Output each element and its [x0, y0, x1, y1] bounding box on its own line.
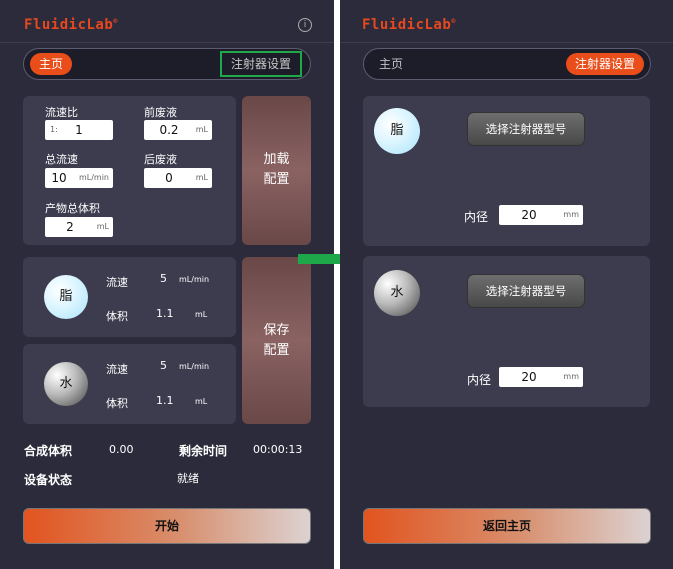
- water-flow-unit: mL/min: [179, 362, 210, 371]
- oil-flow-label: 流速: [106, 276, 128, 289]
- oil-channel-card: 脂 流速 5 mL/min 体积 1.1 mL: [23, 257, 236, 337]
- oil-indicator: 脂: [374, 108, 420, 154]
- water-flow-value: 5: [160, 359, 167, 372]
- post-waste-label: 后废液: [144, 153, 177, 166]
- tab-syringe-settings[interactable]: 注射器设置: [219, 51, 303, 77]
- header-divider: [340, 42, 673, 43]
- oil-volume-label: 体积: [106, 310, 128, 323]
- device-status-value: 就绪: [177, 472, 199, 485]
- remaining-time-value: 00:00:13: [253, 443, 303, 456]
- product-volume-input[interactable]: 2 mL: [45, 217, 113, 237]
- water-diameter-input[interactable]: 20 mm: [499, 367, 583, 387]
- tab-syringe-settings[interactable]: 注射器设置: [565, 53, 644, 75]
- oil-volume-value: 1.1: [156, 307, 174, 320]
- water-indicator: 水: [44, 362, 88, 406]
- flow-ratio-label: 流速比: [45, 106, 78, 119]
- info-icon[interactable]: i: [298, 18, 312, 32]
- main-tab-bar: 主页 注射器设置: [23, 48, 311, 80]
- oil-indicator: 脂: [44, 275, 88, 319]
- water-diameter-label: 内径: [467, 373, 492, 387]
- synth-volume-value: 0.00: [109, 443, 134, 456]
- post-waste-input[interactable]: 0 mL: [144, 168, 212, 188]
- water-syringe-card: 水 选择注射器型号 内径 20 mm: [363, 256, 650, 407]
- pre-waste-input[interactable]: 0.2 mL: [144, 120, 212, 140]
- tab-home[interactable]: 主页: [30, 53, 73, 75]
- oil-diameter-label: 内径: [464, 210, 489, 224]
- back-home-button[interactable]: 返回主页: [363, 508, 651, 544]
- remaining-time-label: 剩余时间: [179, 444, 228, 458]
- fluidiclab-logo: FluidicLab®: [24, 17, 119, 33]
- config-card: 流速比 1: 1 前废液 0.2 mL 总流速 10 mL/min 后废液 0 …: [23, 96, 236, 245]
- oil-syringe-card: 脂 选择注射器型号 内径 20 mm: [363, 96, 650, 246]
- water-channel-card: 水 流速 5 mL/min 体积 1.1 mL: [23, 344, 236, 424]
- water-indicator: 水: [374, 270, 420, 316]
- syringe-settings-screen: FluidicLab® 主页 注射器设置 脂 选择注射器型号 内径 20 mm …: [340, 0, 673, 569]
- synth-volume-label: 合成体积: [24, 444, 73, 458]
- water-select-syringe-button[interactable]: 选择注射器型号: [467, 274, 585, 308]
- save-config-button[interactable]: 保存 配置: [242, 257, 311, 424]
- header-divider: [0, 42, 334, 43]
- main-screen: FluidicLab® i 主页 注射器设置 流速比 1: 1 前废液 0.2 …: [0, 0, 334, 569]
- pre-waste-label: 前废液: [144, 106, 177, 119]
- oil-volume-unit: mL: [195, 310, 208, 319]
- water-flow-label: 流速: [106, 363, 128, 376]
- water-volume-value: 1.1: [156, 394, 174, 407]
- total-flow-label: 总流速: [45, 153, 78, 166]
- load-config-button[interactable]: 加载 配置: [242, 96, 311, 245]
- fluidiclab-logo: FluidicLab®: [362, 17, 457, 33]
- oil-flow-value: 5: [160, 272, 167, 285]
- water-volume-unit: mL: [195, 397, 208, 406]
- flow-ratio-input[interactable]: 1: 1: [45, 120, 113, 140]
- total-flow-input[interactable]: 10 mL/min: [45, 168, 113, 188]
- water-volume-label: 体积: [106, 397, 128, 410]
- syringe-tab-bar: 主页 注射器设置: [363, 48, 651, 80]
- oil-select-syringe-button[interactable]: 选择注射器型号: [467, 112, 585, 146]
- tab-home[interactable]: 主页: [370, 53, 412, 75]
- device-status-label: 设备状态: [24, 473, 73, 487]
- start-button[interactable]: 开始: [23, 508, 311, 544]
- product-volume-label: 产物总体积: [45, 202, 100, 215]
- oil-flow-unit: mL/min: [179, 275, 210, 284]
- oil-diameter-input[interactable]: 20 mm: [499, 205, 583, 225]
